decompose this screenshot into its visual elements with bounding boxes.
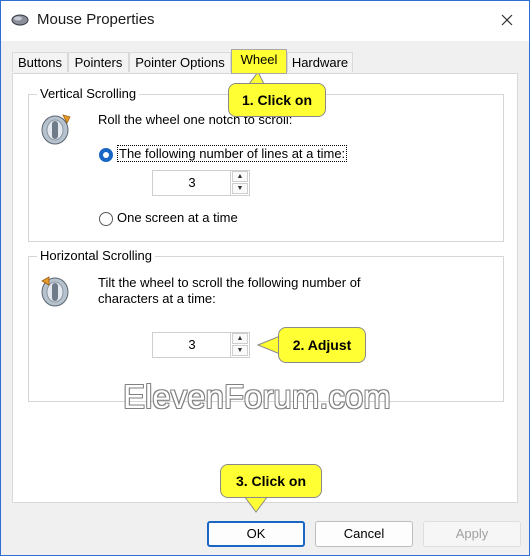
chevron-up-icon: ▲	[236, 335, 244, 342]
tab-label: Pointer Options	[135, 55, 225, 70]
close-button[interactable]	[495, 9, 519, 31]
stepper-buttons: ▲ ▼	[230, 171, 249, 195]
mouse-tilt-wheel-icon	[41, 276, 69, 307]
callout-text: 3. Click on	[235, 473, 307, 489]
chevron-up-icon: ▲	[236, 173, 244, 180]
cancel-button[interactable]: Cancel	[315, 521, 413, 547]
mouse-icon	[11, 14, 29, 26]
watermark: ElevenForum.com	[123, 378, 391, 415]
window-title: Mouse Properties	[37, 11, 155, 28]
tab-label: Buttons	[17, 55, 63, 70]
tab-pointer-options[interactable]: Pointer Options	[129, 52, 231, 72]
tab-label: Pointers	[74, 55, 123, 70]
chars-stepper[interactable]: 3 ▲ ▼	[152, 332, 250, 358]
stepper-up-button[interactable]: ▲	[232, 333, 248, 344]
horizontal-instruction-line1: Tilt the wheel to scroll the following n…	[98, 275, 361, 290]
group-title: Vertical Scrolling	[37, 86, 140, 101]
stepper-down-button[interactable]: ▼	[232, 183, 248, 194]
stepper-buttons: ▲ ▼	[230, 333, 249, 357]
group-title: Horizontal Scrolling	[37, 248, 155, 263]
callout-click-ok: 3. Click on	[220, 464, 322, 498]
tab-buttons[interactable]: Buttons	[12, 52, 68, 72]
ok-button[interactable]: OK	[207, 521, 305, 547]
lines-option-label[interactable]: The following number of lines at a time:	[117, 145, 348, 162]
lines-stepper[interactable]: 3 ▲ ▼	[152, 170, 250, 196]
chevron-down-icon: ▼	[236, 347, 244, 354]
lines-value[interactable]: 3	[153, 171, 231, 195]
screen-radio[interactable]	[99, 212, 113, 226]
horizontal-instruction-line2: characters at a time:	[98, 291, 216, 306]
title-bar: Mouse Properties	[1, 1, 529, 41]
callout-click-wheel: 1. Click on	[228, 83, 326, 117]
stepper-down-button[interactable]: ▼	[232, 345, 248, 356]
tab-hardware[interactable]: Hardware	[287, 52, 353, 72]
callout-text: 1. Click on	[241, 92, 313, 108]
callout-text: 2. Adjust	[292, 337, 352, 353]
tab-pointers[interactable]: Pointers	[68, 52, 129, 72]
lines-option-text: The following number of lines at a time:	[117, 145, 348, 162]
chevron-down-icon: ▼	[236, 185, 244, 192]
tab-label: Wheel	[240, 52, 278, 67]
close-icon	[501, 14, 513, 26]
stepper-up-button[interactable]: ▲	[232, 171, 248, 182]
tab-label: Hardware	[291, 55, 349, 70]
wheel-tab-panel: Vertical Scrolling Roll the wheel one no…	[12, 73, 518, 503]
tab-wheel[interactable]: Wheel	[231, 49, 287, 74]
screen-option-label[interactable]: One screen at a time	[117, 210, 238, 225]
apply-button[interactable]: Apply	[423, 521, 521, 547]
mouse-wheel-icon	[41, 114, 71, 145]
callout-adjust: 2. Adjust	[278, 327, 366, 363]
chars-value[interactable]: 3	[153, 333, 231, 357]
lines-radio[interactable]	[99, 148, 113, 162]
